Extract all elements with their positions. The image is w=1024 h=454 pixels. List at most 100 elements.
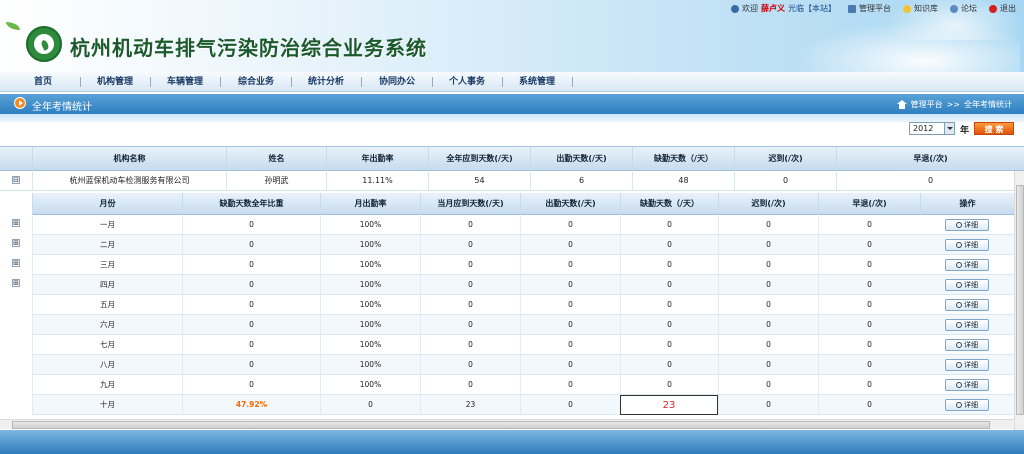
cell-present: 6 [530,171,632,191]
cell-share: 0 [182,355,320,375]
cell-due: 54 [428,171,530,191]
search-button[interactable]: 搜 索 [974,122,1014,135]
cell-share: 0 [182,235,320,255]
table-row[interactable]: 八月 0 100% 0 0 0 0 0 详细 [32,355,1014,375]
platform-link[interactable]: 管理平台 [848,3,891,14]
detail-button[interactable]: 详细 [945,299,989,311]
cell-rate: 100% [320,335,420,355]
cell-absent: 23 [620,395,718,415]
detail-button[interactable]: 详细 [945,279,989,291]
cell-month: 四月 [32,275,182,295]
col-due-days: 全年应到天数(/天) [428,147,530,171]
scroll-thumb[interactable] [1016,185,1024,415]
expand-icon[interactable]: ⊞ [12,219,20,227]
cell-early: 0 [818,215,920,235]
cell-absent: 0 [620,275,718,295]
search-icon [956,262,962,268]
toolbar: 2012 年 搜 索 [0,122,1024,146]
detail-button[interactable]: 详细 [945,379,989,391]
page-title: 全年考情统计 [32,102,92,113]
table-row[interactable]: 十月 47.92% 0 23 0 23 0 0 详细 [32,395,1014,415]
detail-button[interactable]: 详细 [945,219,989,231]
col-month-late: 迟到(/次) [718,193,818,215]
cell-early: 0 [818,315,920,335]
cell-present: 0 [520,215,620,235]
detail-button[interactable]: 详细 [945,399,989,411]
detail-button[interactable]: 详细 [945,319,989,331]
search-icon [956,362,962,368]
nav-system-management[interactable]: 系统管理 [502,72,572,92]
collapse-icon[interactable]: ⊟ [12,176,20,184]
cell-share: 0 [182,275,320,295]
knowledge-link[interactable]: 知识库 [903,3,938,14]
cell-present: 0 [520,255,620,275]
detail-button[interactable]: 详细 [945,259,989,271]
table-row[interactable]: 三月 0 100% 0 0 0 0 0 详细 [32,255,1014,275]
year-label: 年 [960,126,970,136]
nav-personal[interactable]: 个人事务 [432,72,502,92]
cell-absent: 0 [620,355,718,375]
scroll-thumb[interactable] [12,421,990,429]
cell-absent: 0 [620,335,718,355]
breadcrumb-bar: 全年考情统计 管理平台 >> 全年考情统计 [0,94,1024,114]
nav-vehicle-management[interactable]: 车辆管理 [150,72,220,92]
nav-org-management[interactable]: 机构管理 [80,72,150,92]
cell-early: 0 [818,235,920,255]
expand-icon[interactable]: ⊞ [12,259,20,267]
expand-icon[interactable]: ⊞ [12,279,20,287]
cell-present: 0 [520,295,620,315]
table-row[interactable]: 二月 0 100% 0 0 0 0 0 详细 [32,235,1014,255]
detail-button[interactable]: 详细 [945,359,989,371]
table-row[interactable]: ⊟ 杭州蓝保机动车检测服务有限公司 孙明武 11.11% 54 6 48 0 0 [0,171,1024,191]
cell-present: 0 [520,355,620,375]
expand-icon[interactable]: ⊞ [12,239,20,247]
cell-month: 七月 [32,335,182,355]
cell-due: 0 [420,215,520,235]
table-row[interactable]: 九月 0 100% 0 0 0 0 0 详细 [32,375,1014,395]
detail-label: 详细 [964,221,978,229]
cell-present: 0 [520,315,620,335]
cell-month: 九月 [32,375,182,395]
col-present-days: 出勤天数(/天) [530,147,632,171]
cell-absent: 48 [632,171,734,191]
footer-bar [0,430,1024,454]
cell-absent: 0 [620,295,718,315]
cell-share: 0 [182,295,320,315]
chevron-down-icon[interactable] [944,123,954,134]
table-row[interactable]: 七月 0 100% 0 0 0 0 0 详细 [32,335,1014,355]
cell-due: 0 [420,235,520,255]
table-row[interactable]: 五月 0 100% 0 0 0 0 0 详细 [32,295,1014,315]
cell-org: 杭州蓝保机动车检测服务有限公司 [32,171,226,191]
cell-name: 孙明武 [226,171,326,191]
cell-early: 0 [836,171,1024,191]
col-month-rate: 月出勤率 [320,193,420,215]
cell-absent: 0 [620,375,718,395]
system-title: 杭州机动车排气污染防治综合业务系统 [70,36,427,60]
nav-statistics[interactable]: 统计分析 [291,72,361,92]
col-name: 姓名 [226,147,326,171]
col-late: 迟到(/次) [734,147,836,171]
nav-integrated-business[interactable]: 综合业务 [221,72,291,92]
search-icon [956,402,962,408]
horizontal-scrollbar[interactable] [0,419,1014,429]
nav-home[interactable]: 首页 [8,72,78,92]
table-row[interactable]: 一月 0 100% 0 0 0 0 0 详细 [32,215,1014,235]
cell-month: 十月 [32,395,182,415]
col-month-due: 当月应到天数(/天) [420,193,520,215]
breadcrumb-root[interactable]: 管理平台 [911,99,943,110]
table-row[interactable]: 四月 0 100% 0 0 0 0 0 详细 [32,275,1014,295]
search-icon [956,302,962,308]
inner-table-header: 月份 缺勤天数全年比重 月出勤率 当月应到天数(/天) 出勤天数(/天) 缺勤天… [32,193,1014,215]
logout-link[interactable]: 退出 [989,3,1016,14]
detail-button[interactable]: 详细 [945,239,989,251]
year-select[interactable]: 2012 [909,122,955,135]
forum-icon [950,4,958,13]
table-row[interactable]: 六月 0 100% 0 0 0 0 0 详细 [32,315,1014,335]
forum-link[interactable]: 论坛 [950,3,977,14]
home-icon [896,100,907,109]
breadcrumb-current: 全年考情统计 [964,100,1012,109]
vertical-scrollbar[interactable] [1014,171,1024,430]
detail-button[interactable]: 详细 [945,339,989,351]
nav-collaboration[interactable]: 协同办公 [362,72,432,92]
col-month-present: 出勤天数(/天) [520,193,620,215]
